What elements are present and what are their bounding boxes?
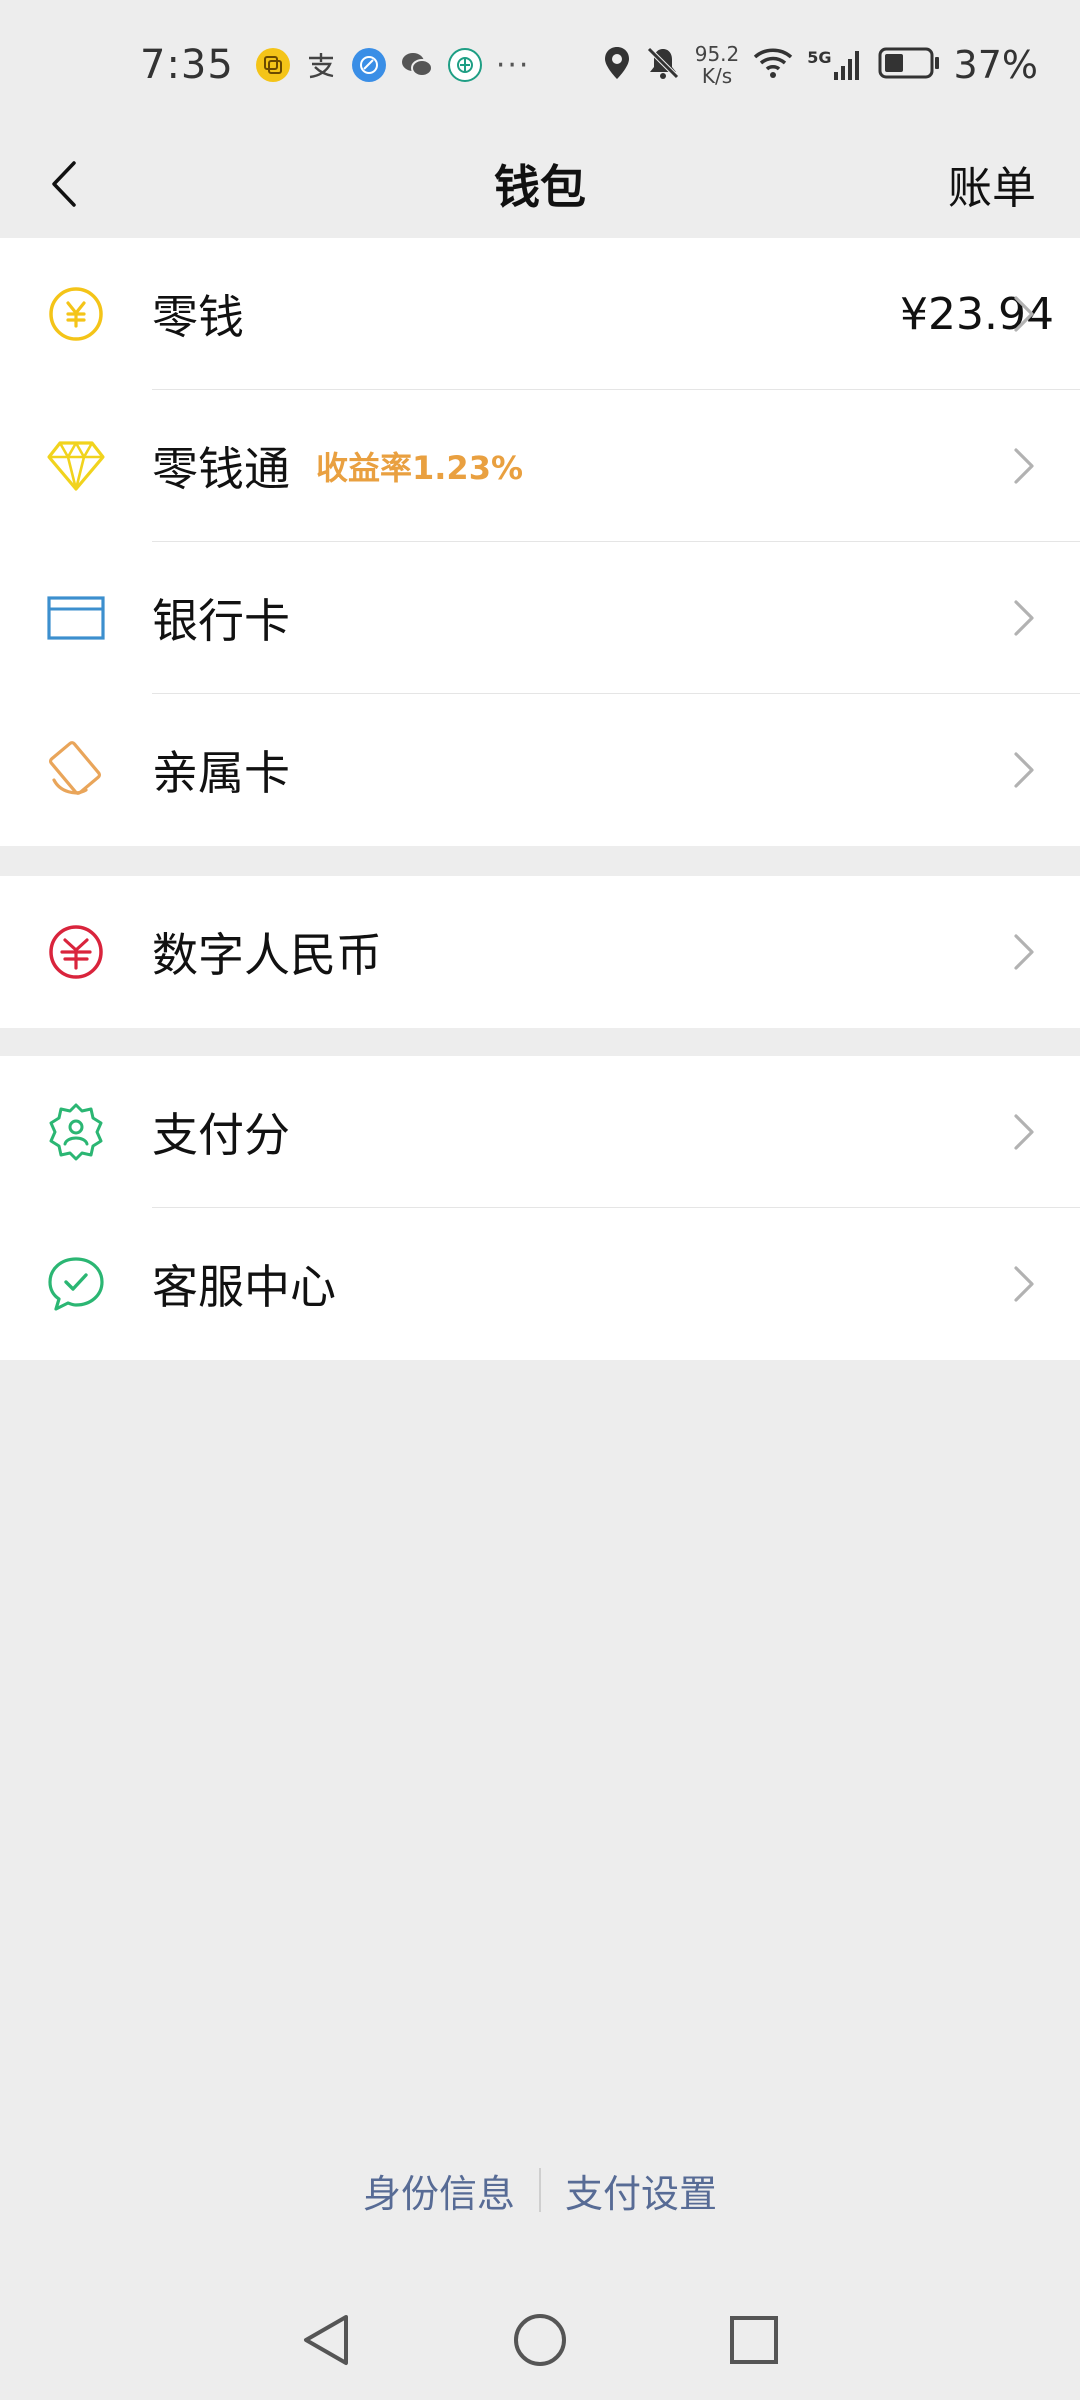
system-back-button[interactable] (294, 2308, 358, 2372)
bank-card-icon (44, 586, 108, 650)
chevron-right-icon (1014, 934, 1034, 970)
signal-5g-icon: 5G (807, 48, 863, 82)
wallet-item-label: 零钱 (152, 290, 244, 344)
network-speed-value: 95.2 (694, 42, 740, 66)
wallet-item-label: 零钱通 (152, 442, 290, 496)
chevron-right-icon (1014, 600, 1034, 636)
chevron-left-icon (52, 161, 76, 207)
browser-icon (351, 48, 386, 82)
mute-icon (645, 45, 681, 85)
system-nav-bar (0, 2280, 1080, 2400)
identity-info-link[interactable]: 身份信息 (363, 2163, 515, 2218)
chevron-right-icon (1014, 1114, 1034, 1150)
family-card-icon (44, 738, 108, 802)
wallet-item-digital-rmb[interactable]: 数字人民币 (0, 876, 1080, 1028)
chevron-right-icon (1014, 752, 1034, 788)
chevron-right-icon (1014, 296, 1034, 332)
wallet-item-label: 银行卡 (152, 594, 290, 648)
wallet-group-digital-rmb: 数字人民币 (0, 876, 1080, 1028)
triangle-back-icon (304, 2315, 348, 2365)
footer-links: 身份信息 支付设置 (0, 2160, 1080, 2220)
circle-home-icon (514, 2314, 566, 2366)
network-speed: 95.2 K/s (695, 43, 740, 87)
system-home-button[interactable] (508, 2308, 572, 2372)
status-right: 95.2 K/s 5G 37% (603, 43, 1038, 87)
footer-separator (539, 2168, 541, 2212)
wallet-item-label: 客服中心 (152, 1260, 336, 1314)
more-notifications-icon: ··· (495, 47, 531, 83)
status-left: 7:35 ··· (140, 42, 530, 88)
system-recents-button[interactable] (722, 2308, 786, 2372)
status-bar: 7:35 ··· 95.2 K/s 5G 37% (0, 0, 1080, 130)
back-button[interactable] (30, 150, 98, 218)
wallet-item-change[interactable]: 零钱 ¥23.94 (0, 238, 1080, 390)
page-title: 钱包 (494, 160, 586, 214)
nav-bar: 钱包 账单 (0, 130, 1080, 238)
wallet-item-pay-score[interactable]: 支付分 (0, 1056, 1080, 1208)
bill-button[interactable]: 账单 (948, 152, 1036, 216)
wallet-group-main: 零钱 ¥23.94 零钱通 收益率1.23% 银行卡 亲属卡 (0, 238, 1080, 846)
yield-rate-badge: 收益率1.23% (316, 449, 524, 487)
wallet-item-lingqiantong[interactable]: 零钱通 收益率1.23% (0, 390, 1080, 542)
pay-score-icon (44, 1100, 108, 1164)
wallet-item-bank-card[interactable]: 银行卡 (0, 542, 1080, 694)
alipay-icon (304, 48, 338, 82)
network-type: 5G (807, 48, 832, 67)
wallet-item-label: 亲属卡 (152, 746, 290, 800)
wechat-icon (400, 48, 434, 82)
wallet-item-label: 支付分 (152, 1108, 290, 1162)
yuan-coin-icon (44, 282, 108, 346)
customer-service-icon (44, 1252, 108, 1316)
diamond-icon (44, 434, 108, 498)
status-time: 7:35 (140, 42, 234, 88)
bank-app-icon (447, 48, 482, 82)
wallet-item-family-card[interactable]: 亲属卡 (0, 694, 1080, 846)
payment-settings-link[interactable]: 支付设置 (565, 2163, 717, 2218)
wallet-item-label: 数字人民币 (152, 928, 382, 982)
square-recents-icon (730, 2316, 778, 2364)
network-speed-unit: K/s (701, 64, 733, 88)
chevron-right-icon (1014, 448, 1034, 484)
wallet-group-services: 支付分 客服中心 (0, 1056, 1080, 1360)
digital-rmb-icon (44, 920, 108, 984)
battery-percent: 37% (953, 43, 1038, 87)
notification-app-icon (255, 48, 290, 82)
battery-icon (878, 47, 940, 83)
wallet-item-customer-service[interactable]: 客服中心 (0, 1208, 1080, 1360)
wifi-icon (753, 47, 793, 83)
location-icon (603, 45, 631, 85)
chevron-right-icon (1014, 1266, 1034, 1302)
